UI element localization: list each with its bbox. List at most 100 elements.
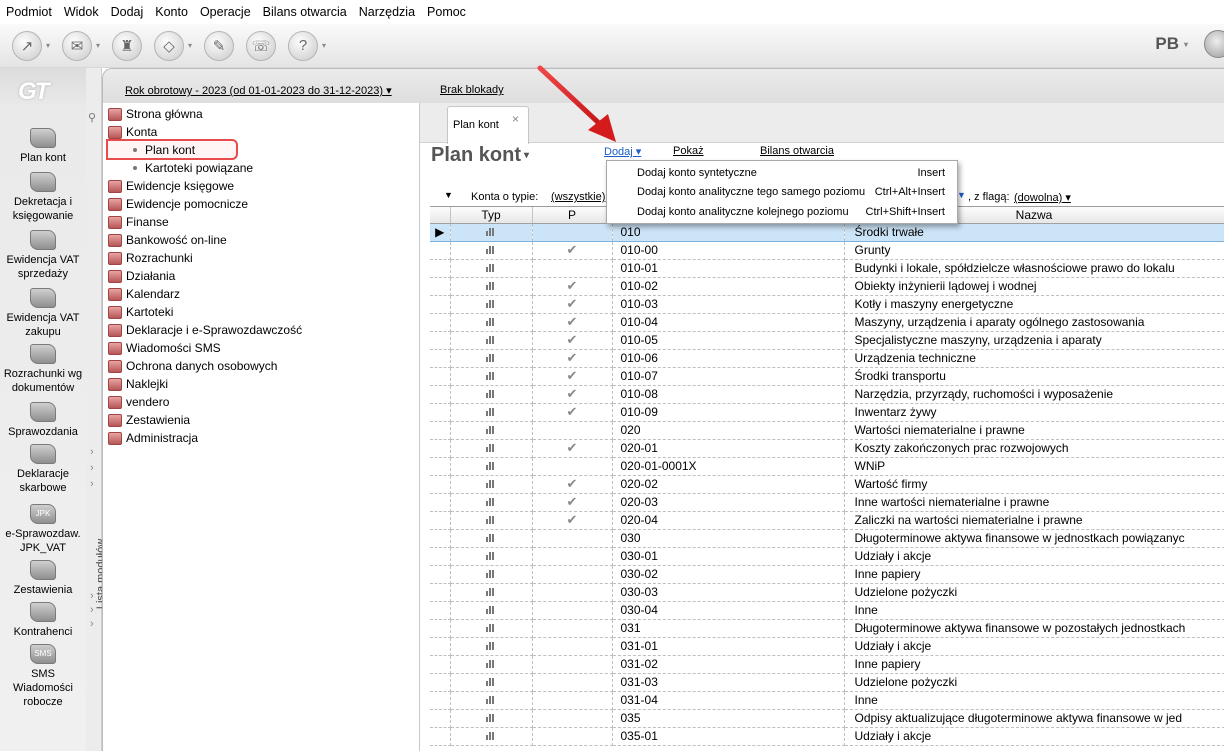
nav-konta[interactable]: Konta	[108, 123, 157, 141]
toolbar-button-send[interactable]: ↗ ▾	[12, 30, 50, 61]
menu-narzedzia[interactable]: Narzędzia	[359, 5, 415, 19]
table-row[interactable]: 020-01-0001X WNiP	[430, 457, 1224, 476]
table-row[interactable]: ✔ 010-02 Obiekty inżynierii lądowej i wodn…	[430, 277, 1224, 296]
dodaj-dropdown[interactable]: Dodaj ▾	[604, 145, 641, 158]
col-typ[interactable]: Typ	[450, 207, 533, 224]
konta-typ-select[interactable]: (wszystkie)	[551, 191, 605, 203]
table-row[interactable]: 030-02 Inne papiery	[430, 565, 1224, 584]
toolbar-button-tools[interactable]: ✎	[204, 30, 235, 61]
table-row[interactable]: ✔ 010-06 Urządzenia techniczne	[430, 349, 1224, 368]
nav-deklaracje[interactable]: Deklaracje i e-Sprawozdawczość	[108, 321, 302, 339]
flaga-select[interactable]: (dowolna) ▾	[1014, 191, 1071, 204]
menu-podmiot[interactable]: Podmiot	[6, 5, 52, 19]
table-row[interactable]: ✔ 020-01 Koszty zakończonych prac rozwojow…	[430, 439, 1224, 458]
module-vat-sprzedazy[interactable]: Ewidencja VAT sprzedaży	[0, 230, 86, 281]
table-row[interactable]: ▶ 010 Środki trwałe	[430, 222, 1224, 242]
table-row[interactable]: 030-01 Udziały i akcje	[430, 547, 1224, 566]
nav-zestawienia[interactable]: Zestawienia	[108, 411, 190, 429]
nav-administracja[interactable]: Administracja	[108, 429, 198, 447]
table-row[interactable]: 031-02 Inne papiery	[430, 655, 1224, 674]
menu-operacje[interactable]: Operacje	[200, 5, 251, 19]
menu-item-dodaj-syntetyczne[interactable]: Dodaj konto syntetyczne Insert	[637, 167, 945, 179]
table-row[interactable]: 035-01 Udziały i akcje	[430, 727, 1224, 746]
table-row[interactable]: 031-01 Udziały i akcje	[430, 637, 1224, 656]
nav-ewidencje-ksiegowe[interactable]: Ewidencje księgowe	[108, 177, 234, 195]
collapse-icon[interactable]: ▼	[444, 190, 453, 200]
table-row[interactable]: ✔ 010-07 Środki transportu	[430, 367, 1224, 386]
toolbar-button-help[interactable]: ? ▾	[288, 30, 326, 61]
nav-wiadomosci-sms[interactable]: Wiadomości SMS	[108, 339, 221, 357]
module-sprawozdania[interactable]: Sprawozdania	[0, 402, 86, 439]
table-row[interactable]: ✔ 010-09 Inwentarz żywy	[430, 403, 1224, 422]
menu-konto[interactable]: Konto	[155, 5, 188, 19]
module-rozrachunki[interactable]: Rozrachunki wg dokumentów	[0, 344, 86, 395]
chevron-right-icon[interactable]: ›	[90, 462, 94, 474]
nav-dzialania[interactable]: Działania	[108, 267, 175, 285]
module-zestawienia[interactable]: Zestawienia	[0, 560, 86, 597]
nav-bankowosc[interactable]: Bankowość on-line	[108, 231, 227, 249]
toolbar-button-stamp[interactable]: ♜	[112, 30, 143, 61]
col-p[interactable]: P	[532, 207, 613, 224]
toolbar-button-mail[interactable]: ✉ ▾	[62, 30, 100, 61]
bilans-otwarcia-link[interactable]: Bilans otwarcia	[760, 145, 834, 157]
menu-item-dodaj-analityczne-kolejnego[interactable]: Dodaj konto analityczne kolejnego poziom…	[637, 206, 945, 218]
table-row[interactable]: 031-03 Udzielone pożyczki	[430, 673, 1224, 692]
menu-pomoc[interactable]: Pomoc	[427, 5, 466, 19]
nav-naklejki[interactable]: Naklejki	[108, 375, 168, 393]
module-kontrahenci[interactable]: Kontrahenci	[0, 602, 86, 639]
toolbar-button-support[interactable]: ☏	[246, 30, 277, 61]
nav-finanse[interactable]: Finanse	[108, 213, 169, 231]
fiscal-year-selector[interactable]: Rok obrotowy - 2023 (od 01-01-2023 do 31…	[125, 84, 392, 97]
chevron-right-icon[interactable]: ›	[90, 446, 94, 458]
nav-plan-kont[interactable]: Plan kont	[133, 141, 195, 159]
table-row[interactable]: 020 Wartości niematerialne i prawne	[430, 421, 1224, 440]
table-row[interactable]: 031-04 Inne	[430, 691, 1224, 710]
nav-strona-glowna[interactable]: Strona główna	[108, 105, 203, 123]
nav-kartoteki-powiazane[interactable]: Kartoteki powiązane	[133, 159, 253, 177]
chevron-down-icon[interactable]: ▼	[957, 190, 966, 200]
table-row[interactable]: 010-01 Budynki i lokale, spółdzielcze wła…	[430, 259, 1224, 278]
chevron-right-icon[interactable]: ›	[90, 590, 94, 602]
table-row[interactable]: 031 Długoterminowe aktywa finansowe w poz…	[430, 619, 1224, 638]
tab-plan-kont[interactable]: Plan kont ×	[447, 106, 529, 144]
pin-icon[interactable]: ⚲	[88, 111, 96, 124]
pokaz-link[interactable]: Pokaż	[673, 145, 704, 157]
nav-vendero[interactable]: vendero	[108, 393, 169, 411]
table-row[interactable]: ✔ 010-00 Grunty	[430, 241, 1224, 260]
table-row[interactable]: ✔ 010-05 Specjalistyczne maszyny, urządzen…	[430, 331, 1224, 350]
module-deklaracje[interactable]: Deklaracje skarbowe	[0, 444, 86, 495]
table-row[interactable]: 030-04 Inne	[430, 601, 1224, 620]
menu-item-dodaj-analityczne-tego[interactable]: Dodaj konto analityczne tego samego pozi…	[637, 186, 945, 198]
lock-status-link[interactable]: Brak blokady	[440, 84, 504, 96]
module-plan-kont[interactable]: Plan kont	[0, 128, 86, 165]
menu-widok[interactable]: Widok	[64, 5, 99, 19]
table-row[interactable]: 035 Odpisy aktualizujące długoterminowe a…	[430, 709, 1224, 728]
table-row[interactable]: ✔ 020-04 Zaliczki na wartości niematerialn…	[430, 511, 1224, 530]
globe-icon[interactable]	[1204, 30, 1224, 58]
table-row[interactable]: 030-03 Udzielone pożyczki	[430, 583, 1224, 602]
toolbar-button-eraser[interactable]: ◇ ▾	[154, 30, 192, 61]
user-menu[interactable]: PB ▾	[1155, 34, 1188, 54]
menu-bilans-otwarcia[interactable]: Bilans otwarcia	[263, 5, 347, 19]
module-list-toggle[interactable]: Lista modułów	[86, 68, 107, 751]
module-dekretacja[interactable]: Dekretacja i księgowanie	[0, 172, 86, 223]
nav-rozrachunki[interactable]: Rozrachunki	[108, 249, 193, 267]
table-row[interactable]: ✔ 020-02 Wartość firmy	[430, 475, 1224, 494]
page-title[interactable]: Plan kont ▾	[431, 144, 529, 167]
menu-dodaj[interactable]: Dodaj	[111, 5, 144, 19]
close-icon[interactable]: ×	[512, 112, 519, 126]
module-sms[interactable]: SMS SMS Wiadomości robocze	[0, 644, 86, 709]
table-row[interactable]: ✔ 010-03 Kotły i maszyny energetyczne	[430, 295, 1224, 314]
chevron-right-icon[interactable]: ›	[90, 478, 94, 490]
table-row[interactable]: ✔ 010-04 Maszyny, urządzenia i aparaty ogó…	[430, 313, 1224, 332]
chevron-right-icon[interactable]: ›	[90, 604, 94, 616]
table-row[interactable]: ✔ 020-03 Inne wartości niematerialne i pra…	[430, 493, 1224, 512]
nav-kalendarz[interactable]: Kalendarz	[108, 285, 180, 303]
nav-kartoteki[interactable]: Kartoteki	[108, 303, 173, 321]
module-jpk-vat[interactable]: JPK e-Sprawozdaw. JPK_VAT	[0, 504, 86, 555]
module-vat-zakupu[interactable]: Ewidencja VAT zakupu	[0, 288, 86, 339]
nav-ewidencje-pomocnicze[interactable]: Ewidencje pomocnicze	[108, 195, 248, 213]
chevron-right-icon[interactable]: ›	[90, 618, 94, 630]
table-row[interactable]: ✔ 010-08 Narzędzia, przyrządy, ruchomości …	[430, 385, 1224, 404]
table-row[interactable]: 030 Długoterminowe aktywa finansowe w jed…	[430, 529, 1224, 548]
